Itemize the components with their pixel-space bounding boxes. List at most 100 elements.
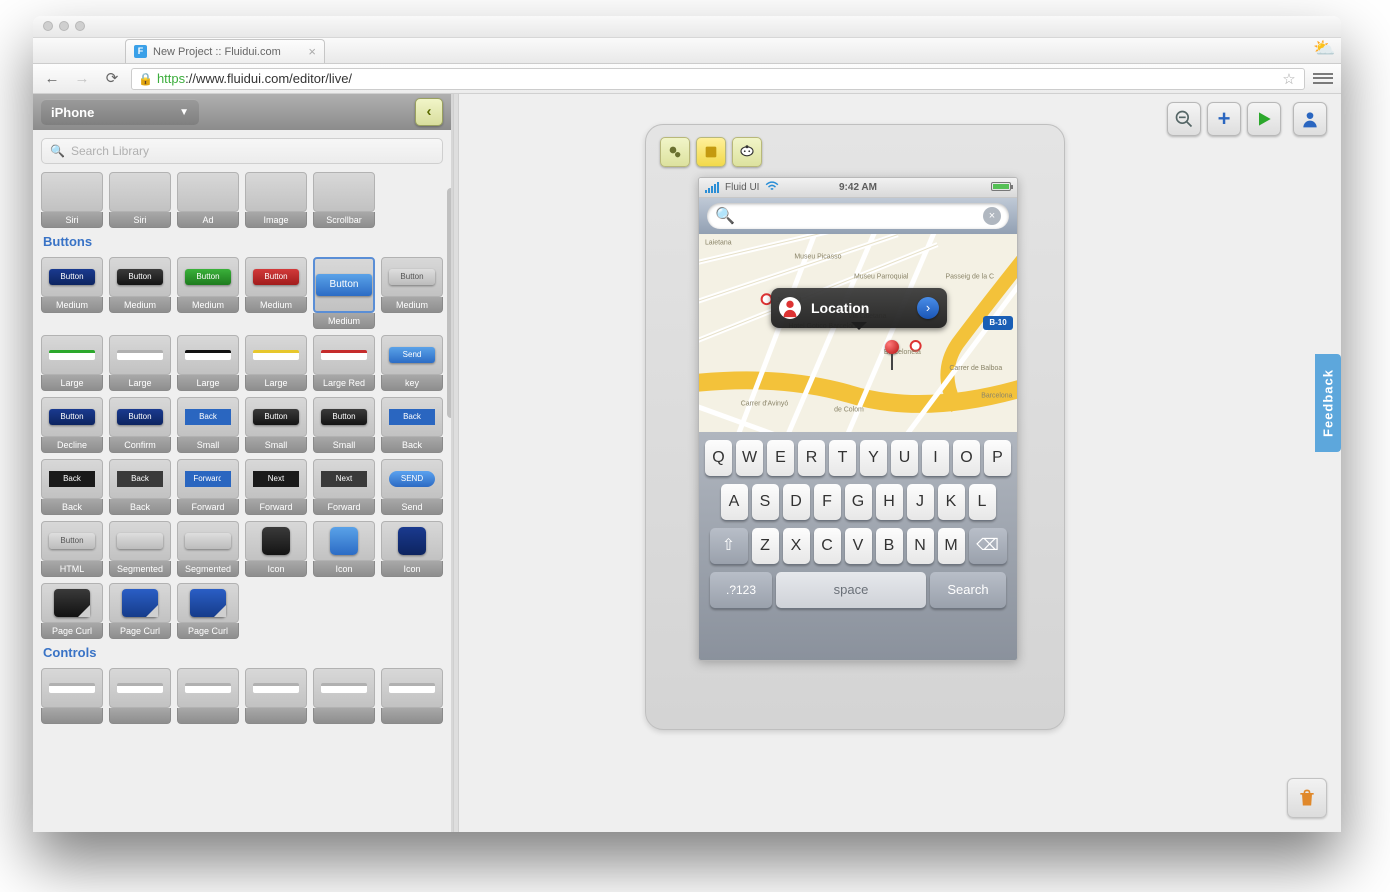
- library-widget[interactable]: ButtonMedium: [177, 257, 239, 329]
- trash-button[interactable]: [1287, 778, 1327, 818]
- map-callout[interactable]: Location ›: [771, 288, 947, 328]
- library-widget[interactable]: ButtonSmall: [245, 397, 307, 453]
- library-search-input[interactable]: 🔍 Search Library: [41, 138, 443, 164]
- key-a[interactable]: A: [721, 484, 748, 520]
- key-search[interactable]: Search: [930, 572, 1006, 608]
- key-r[interactable]: R: [798, 440, 825, 476]
- back-button[interactable]: ←: [41, 69, 63, 89]
- key-b[interactable]: B: [876, 528, 903, 564]
- key-c[interactable]: C: [814, 528, 841, 564]
- key-f[interactable]: F: [814, 484, 841, 520]
- library-widget[interactable]: ForwardForward: [177, 459, 239, 515]
- device-selector[interactable]: iPhone ▼: [41, 99, 199, 125]
- forward-button[interactable]: →: [71, 69, 93, 89]
- library-widget[interactable]: ButtonSmall: [313, 397, 375, 453]
- browser-tab[interactable]: F New Project :: Fluidui.com ×: [125, 39, 325, 63]
- library-widget[interactable]: Large Red: [313, 335, 375, 391]
- key-backspace[interactable]: ⌫: [969, 528, 1007, 564]
- key-q[interactable]: Q: [705, 440, 732, 476]
- add-screen-button[interactable]: +: [1207, 102, 1241, 136]
- library-widget[interactable]: NextForward: [313, 459, 375, 515]
- key-i[interactable]: I: [922, 440, 949, 476]
- library-widget[interactable]: [109, 668, 171, 724]
- key-e[interactable]: E: [767, 440, 794, 476]
- key-s[interactable]: S: [752, 484, 779, 520]
- library-widget[interactable]: Sendkey: [381, 335, 443, 391]
- library-widget[interactable]: ButtonMedium: [381, 257, 443, 329]
- library-widget[interactable]: Scrollbar: [313, 172, 375, 228]
- collapse-library-button[interactable]: ‹: [415, 98, 443, 126]
- address-bar[interactable]: 🔒 https ://www.fluidui.com/editor/live/ …: [131, 68, 1305, 90]
- library-widget[interactable]: ButtonMedium: [109, 257, 171, 329]
- library-widget[interactable]: Image: [245, 172, 307, 228]
- preview-button[interactable]: [1247, 102, 1281, 136]
- library-widget[interactable]: Icon: [381, 521, 443, 577]
- key-o[interactable]: O: [953, 440, 980, 476]
- library-widget[interactable]: ButtonHTML: [41, 521, 103, 577]
- key-j[interactable]: J: [907, 484, 934, 520]
- library-widget[interactable]: Large: [177, 335, 239, 391]
- key-w[interactable]: W: [736, 440, 763, 476]
- screen-frame[interactable]: Fluid UI 9:42 AM 🔍 ×: [645, 124, 1065, 730]
- map-search-input[interactable]: 🔍 ×: [707, 203, 1009, 229]
- library-widget[interactable]: Page Curl: [177, 583, 239, 639]
- key-x[interactable]: X: [783, 528, 810, 564]
- library-widget[interactable]: Large: [109, 335, 171, 391]
- library-widget[interactable]: Page Curl: [41, 583, 103, 639]
- library-widget[interactable]: BackBack: [41, 459, 103, 515]
- library-widget[interactable]: BackSmall: [177, 397, 239, 453]
- key-v[interactable]: V: [845, 528, 872, 564]
- library-widget[interactable]: [245, 668, 307, 724]
- library-widget[interactable]: BackBack: [109, 459, 171, 515]
- library-widget[interactable]: Icon: [313, 521, 375, 577]
- library-widget[interactable]: ButtonConfirm: [109, 397, 171, 453]
- key-l[interactable]: L: [969, 484, 996, 520]
- library-widget[interactable]: [177, 668, 239, 724]
- canvas-area[interactable]: +: [459, 94, 1341, 832]
- library-widget[interactable]: [381, 668, 443, 724]
- library-scrollbar[interactable]: [447, 188, 451, 418]
- screen-link-button[interactable]: [732, 137, 762, 167]
- library-widget[interactable]: Siri: [41, 172, 103, 228]
- library-widget[interactable]: Icon: [245, 521, 307, 577]
- key-m[interactable]: M: [938, 528, 965, 564]
- traffic-lights[interactable]: [43, 18, 91, 36]
- screen-note-button[interactable]: [696, 137, 726, 167]
- library-widget[interactable]: Segmented: [177, 521, 239, 577]
- clear-icon[interactable]: ×: [983, 207, 1001, 225]
- library-widget[interactable]: SENDSend: [381, 459, 443, 515]
- library-widget[interactable]: Segmented: [109, 521, 171, 577]
- library-widget[interactable]: ButtonMedium: [313, 257, 375, 329]
- key-y[interactable]: Y: [860, 440, 887, 476]
- key-u[interactable]: U: [891, 440, 918, 476]
- key-p[interactable]: P: [984, 440, 1011, 476]
- reload-button[interactable]: ⟳: [101, 69, 123, 89]
- bookmark-icon[interactable]: ☆: [1280, 70, 1298, 88]
- key-h[interactable]: H: [876, 484, 903, 520]
- key-d[interactable]: D: [783, 484, 810, 520]
- key-space[interactable]: space: [776, 572, 926, 608]
- library-widget[interactable]: Siri: [109, 172, 171, 228]
- feedback-tab[interactable]: Feedback: [1315, 354, 1341, 452]
- map-pin[interactable]: [885, 340, 899, 370]
- library-widget[interactable]: ButtonMedium: [41, 257, 103, 329]
- library-widget[interactable]: ButtonDecline: [41, 397, 103, 453]
- library-widget[interactable]: Large: [245, 335, 307, 391]
- account-button[interactable]: [1293, 102, 1327, 136]
- key-shift[interactable]: ⇧: [710, 528, 748, 564]
- weather-extension-icon[interactable]: ⛅: [1313, 38, 1335, 60]
- library-widget[interactable]: Large: [41, 335, 103, 391]
- library-widget[interactable]: Ad: [177, 172, 239, 228]
- key-k[interactable]: K: [938, 484, 965, 520]
- key-g[interactable]: G: [845, 484, 872, 520]
- library-widget[interactable]: [313, 668, 375, 724]
- zoom-out-button[interactable]: [1167, 102, 1201, 136]
- disclosure-icon[interactable]: ›: [917, 297, 939, 319]
- key-z[interactable]: Z: [752, 528, 779, 564]
- library-widget[interactable]: Page Curl: [109, 583, 171, 639]
- key-n[interactable]: N: [907, 528, 934, 564]
- key-symbols[interactable]: .?123: [710, 572, 772, 608]
- close-icon[interactable]: ×: [308, 44, 316, 59]
- key-t[interactable]: T: [829, 440, 856, 476]
- screen-settings-button[interactable]: [660, 137, 690, 167]
